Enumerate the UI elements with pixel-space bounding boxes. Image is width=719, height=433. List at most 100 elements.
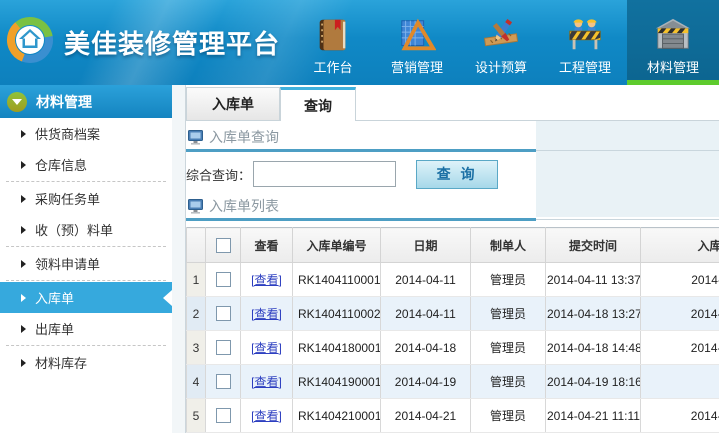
row-checkbox[interactable] xyxy=(216,272,231,287)
section-title: 入库单查询 xyxy=(209,127,279,147)
sidebar-item-inbound-orders[interactable]: 入库单 xyxy=(0,282,172,313)
column-header-entry-time: 入库时间 xyxy=(641,228,719,263)
logo: 美佳装修管理平台 xyxy=(0,0,280,85)
order-date: 2014-04-21 xyxy=(381,399,471,433)
sidebar-item-suppliers[interactable]: 供货商档案 xyxy=(0,118,172,149)
order-creator: 管理员 xyxy=(471,263,546,297)
order-code: RK1404190001 xyxy=(293,365,381,399)
order-date: 2014-04-11 xyxy=(381,297,471,331)
row-checkbox[interactable] xyxy=(216,408,231,423)
triangle-right-icon xyxy=(21,130,26,138)
sidebar-header: 材料管理 xyxy=(0,85,172,118)
row-checkbox[interactable] xyxy=(216,340,231,355)
table-row: 3 [查看] RK1404180001 2014-04-18 管理员 2014-… xyxy=(187,331,719,365)
nav-item-label: 工程管理 xyxy=(559,57,611,76)
order-creator: 管理员 xyxy=(471,331,546,365)
nav-item-materials[interactable]: 材料管理 xyxy=(627,0,719,85)
table-row: 5 [查看] RK1404210001 2014-04-21 管理员 2014-… xyxy=(187,399,719,433)
order-date: 2014-04-18 xyxy=(381,331,471,365)
sidebar-divider xyxy=(6,280,166,281)
entry-time: 2014-04-11 xyxy=(641,263,719,297)
monitor-icon xyxy=(188,130,203,145)
chevron-down-icon xyxy=(7,92,27,112)
triangle-right-icon xyxy=(21,161,26,169)
main-nav: 工作台 营销管理 xyxy=(291,0,719,85)
search-input[interactable] xyxy=(253,161,396,187)
select-all-header xyxy=(206,228,241,263)
nav-item-engineering[interactable]: 工程管理 xyxy=(543,0,627,85)
book-icon xyxy=(314,12,352,54)
order-creator: 管理员 xyxy=(471,365,546,399)
nav-item-marketing[interactable]: 营销管理 xyxy=(375,0,459,85)
query-form: 综合查询： 查 询 xyxy=(186,159,719,189)
entry-time: 2014-04-18 xyxy=(641,297,719,331)
table-row: 4 [查看] RK1404190001 2014-04-19 管理员 2014-… xyxy=(187,365,719,399)
nav-item-label: 材料管理 xyxy=(647,57,699,76)
triangle-right-icon xyxy=(21,226,26,234)
table-row: 2 [查看] RK1404110002 2014-04-11 管理员 2014-… xyxy=(187,297,719,331)
column-header-view: 查看 xyxy=(241,228,293,263)
submit-time: 2014-04-19 18:16 xyxy=(546,365,641,399)
nav-item-label: 设计预算 xyxy=(475,57,527,76)
blueprint-icon xyxy=(398,12,436,54)
nav-item-label: 营销管理 xyxy=(391,57,443,76)
tab-query[interactable]: 查询 xyxy=(280,87,356,121)
nav-item-label: 工作台 xyxy=(313,57,352,76)
tab-bar: 入库单 查询 xyxy=(186,85,719,121)
view-link[interactable]: [查看] xyxy=(251,375,282,389)
app-window: 美佳装修管理平台 工作台 xyxy=(0,0,719,433)
search-label: 综合查询： xyxy=(186,165,251,184)
sidebar-divider xyxy=(6,181,166,182)
list-section-header: 入库单列表 xyxy=(186,195,719,220)
order-date: 2014-04-11 xyxy=(381,263,471,297)
view-link[interactable]: [查看] xyxy=(251,273,282,287)
entry-time: 2014-04-21 xyxy=(641,399,719,433)
row-number-header xyxy=(187,228,206,263)
submit-time: 2014-04-21 11:11 xyxy=(546,399,641,433)
table-header-row: 查看 入库单编号 日期 制单人 提交时间 入库时间 xyxy=(187,228,719,263)
row-number: 2 xyxy=(187,297,206,331)
nav-item-design-budget[interactable]: 设计预算 xyxy=(459,0,543,85)
sidebar-item-material-requests[interactable]: 领料申请单 xyxy=(0,248,172,279)
sidebar: 材料管理 供货商档案 仓库信息 采购任务单 收（预）料单 领料 xyxy=(0,85,172,433)
query-button[interactable]: 查 询 xyxy=(416,160,498,189)
row-checkbox[interactable] xyxy=(216,374,231,389)
query-section-header: 入库单查询 xyxy=(186,126,719,151)
logo-icon xyxy=(6,16,54,69)
select-all-checkbox[interactable] xyxy=(216,238,231,253)
column-header-creator: 制单人 xyxy=(471,228,546,263)
app-title: 美佳装修管理平台 xyxy=(64,24,280,61)
order-creator: 管理员 xyxy=(471,297,546,331)
order-date: 2014-04-19 xyxy=(381,365,471,399)
row-number: 1 xyxy=(187,263,206,297)
view-link[interactable]: [查看] xyxy=(251,409,282,423)
view-link[interactable]: [查看] xyxy=(251,341,282,355)
triangle-right-icon xyxy=(21,260,26,268)
sidebar-item-outbound-orders[interactable]: 出库单 xyxy=(0,313,172,344)
section-title: 入库单列表 xyxy=(209,196,279,216)
row-checkbox[interactable] xyxy=(216,306,231,321)
selected-arrow-icon xyxy=(163,290,172,306)
triangle-right-icon xyxy=(21,325,26,333)
tab-inbound-orders[interactable]: 入库单 xyxy=(186,87,280,120)
row-number: 3 xyxy=(187,331,206,365)
triangle-right-icon xyxy=(21,359,26,367)
submit-time: 2014-04-18 14:48 xyxy=(546,331,641,365)
sidebar-item-receive-orders[interactable]: 收（预）料单 xyxy=(0,214,172,245)
top-header: 美佳装修管理平台 工作台 xyxy=(0,0,719,85)
row-number: 5 xyxy=(187,399,206,433)
column-header-date: 日期 xyxy=(381,228,471,263)
view-link[interactable]: [查看] xyxy=(251,307,282,321)
inbound-orders-table: 查看 入库单编号 日期 制单人 提交时间 入库时间 1 [查看] RK14041… xyxy=(186,227,719,433)
sidebar-divider xyxy=(6,246,166,247)
triangle-right-icon xyxy=(21,294,26,302)
content-area: 入库单 查询 入库单查询 综合查询： 查 询 xyxy=(186,85,719,433)
nav-item-workbench[interactable]: 工作台 xyxy=(291,0,375,85)
sidebar-content-gap xyxy=(172,85,186,433)
sidebar-item-material-stock[interactable]: 材料库存 xyxy=(0,347,172,378)
sidebar-item-warehouse-info[interactable]: 仓库信息 xyxy=(0,149,172,180)
table-row: 1 [查看] RK1404110001 2014-04-11 管理员 2014-… xyxy=(187,263,719,297)
order-code: RK1404110001 xyxy=(293,263,381,297)
order-code: RK1404110002 xyxy=(293,297,381,331)
sidebar-item-purchase-tasks[interactable]: 采购任务单 xyxy=(0,183,172,214)
